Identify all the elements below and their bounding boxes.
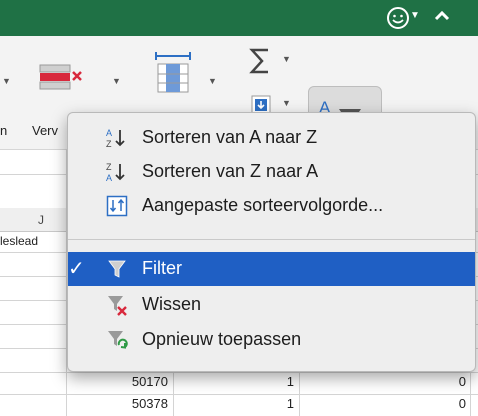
menu-item-sort-z-to-a[interactable]: Z A Sorteren van Z naar A <box>68 155 475 189</box>
cell-value[interactable]: 1 <box>230 396 294 411</box>
svg-text:Z: Z <box>106 162 112 172</box>
fill-dropdown-icon[interactable]: ▼ <box>282 98 291 108</box>
menu-item-label: Opnieuw toepassen <box>142 329 302 349</box>
menu-item-label: Sorteren van Z naar A <box>142 161 319 181</box>
svg-text:Z: Z <box>106 139 112 149</box>
svg-text:A: A <box>106 173 112 183</box>
menu-item-filter[interactable]: ✓ Filter <box>68 252 475 286</box>
menu-item-reapply[interactable]: Opnieuw toepassen <box>68 323 475 357</box>
delete-cells-icon[interactable] <box>38 61 84 91</box>
checkmark-icon: ✓ <box>68 258 85 280</box>
menu-item-label: Sorteren van A naar Z <box>142 127 318 147</box>
delete-dropdown-icon[interactable]: ▼ <box>112 76 121 86</box>
filter-icon <box>108 260 126 278</box>
sort-filter-menu: A Z Sorteren van A naar Z Z A Sorteren v… <box>67 112 476 372</box>
menu-item-label: Filter <box>142 258 182 278</box>
sort-a-to-z-icon: A Z <box>106 128 125 149</box>
menu-item-custom-sort[interactable]: Aangepaste sorteervolgorde... <box>68 189 475 223</box>
autosum-dropdown-icon[interactable]: ▼ <box>282 54 291 64</box>
smiley-feedback-icon[interactable] <box>385 5 411 31</box>
cell-value[interactable]: 50170 <box>100 374 168 389</box>
clear-filter-icon <box>108 296 127 316</box>
title-bar: ▼ <box>0 0 478 36</box>
ribbon-dropdown-icon[interactable]: ▼ <box>2 76 11 86</box>
collapse-ribbon-icon[interactable] <box>432 6 452 26</box>
sort-z-to-a-icon: Z A <box>106 162 125 183</box>
feedback-dropdown-icon[interactable]: ▼ <box>410 10 420 21</box>
svg-text:A: A <box>106 128 112 138</box>
cell-value[interactable]: 0 <box>400 396 466 411</box>
format-cells-icon[interactable] <box>152 50 194 96</box>
ribbon-label-partial: n <box>0 123 8 138</box>
cell-header-text[interactable]: leslead <box>0 234 38 248</box>
menu-item-label: Aangepaste sorteervolgorde... <box>142 195 384 215</box>
cell-value[interactable]: 50378 <box>100 396 168 411</box>
format-dropdown-icon[interactable]: ▼ <box>208 76 217 86</box>
reapply-filter-icon <box>108 331 128 349</box>
menu-item-clear-filter[interactable]: Wissen <box>68 288 475 322</box>
column-header-j[interactable]: J <box>38 213 44 227</box>
menu-separator <box>68 239 475 240</box>
cell-value[interactable]: 1 <box>230 374 294 389</box>
custom-sort-icon <box>106 195 128 217</box>
menu-item-label: Wissen <box>142 294 202 314</box>
menu-item-sort-a-to-z[interactable]: A Z Sorteren van A naar Z <box>68 121 475 155</box>
ribbon-label-partial: Verv <box>32 123 59 138</box>
cell-value[interactable]: 0 <box>400 374 466 389</box>
autosum-icon[interactable] <box>248 46 274 76</box>
